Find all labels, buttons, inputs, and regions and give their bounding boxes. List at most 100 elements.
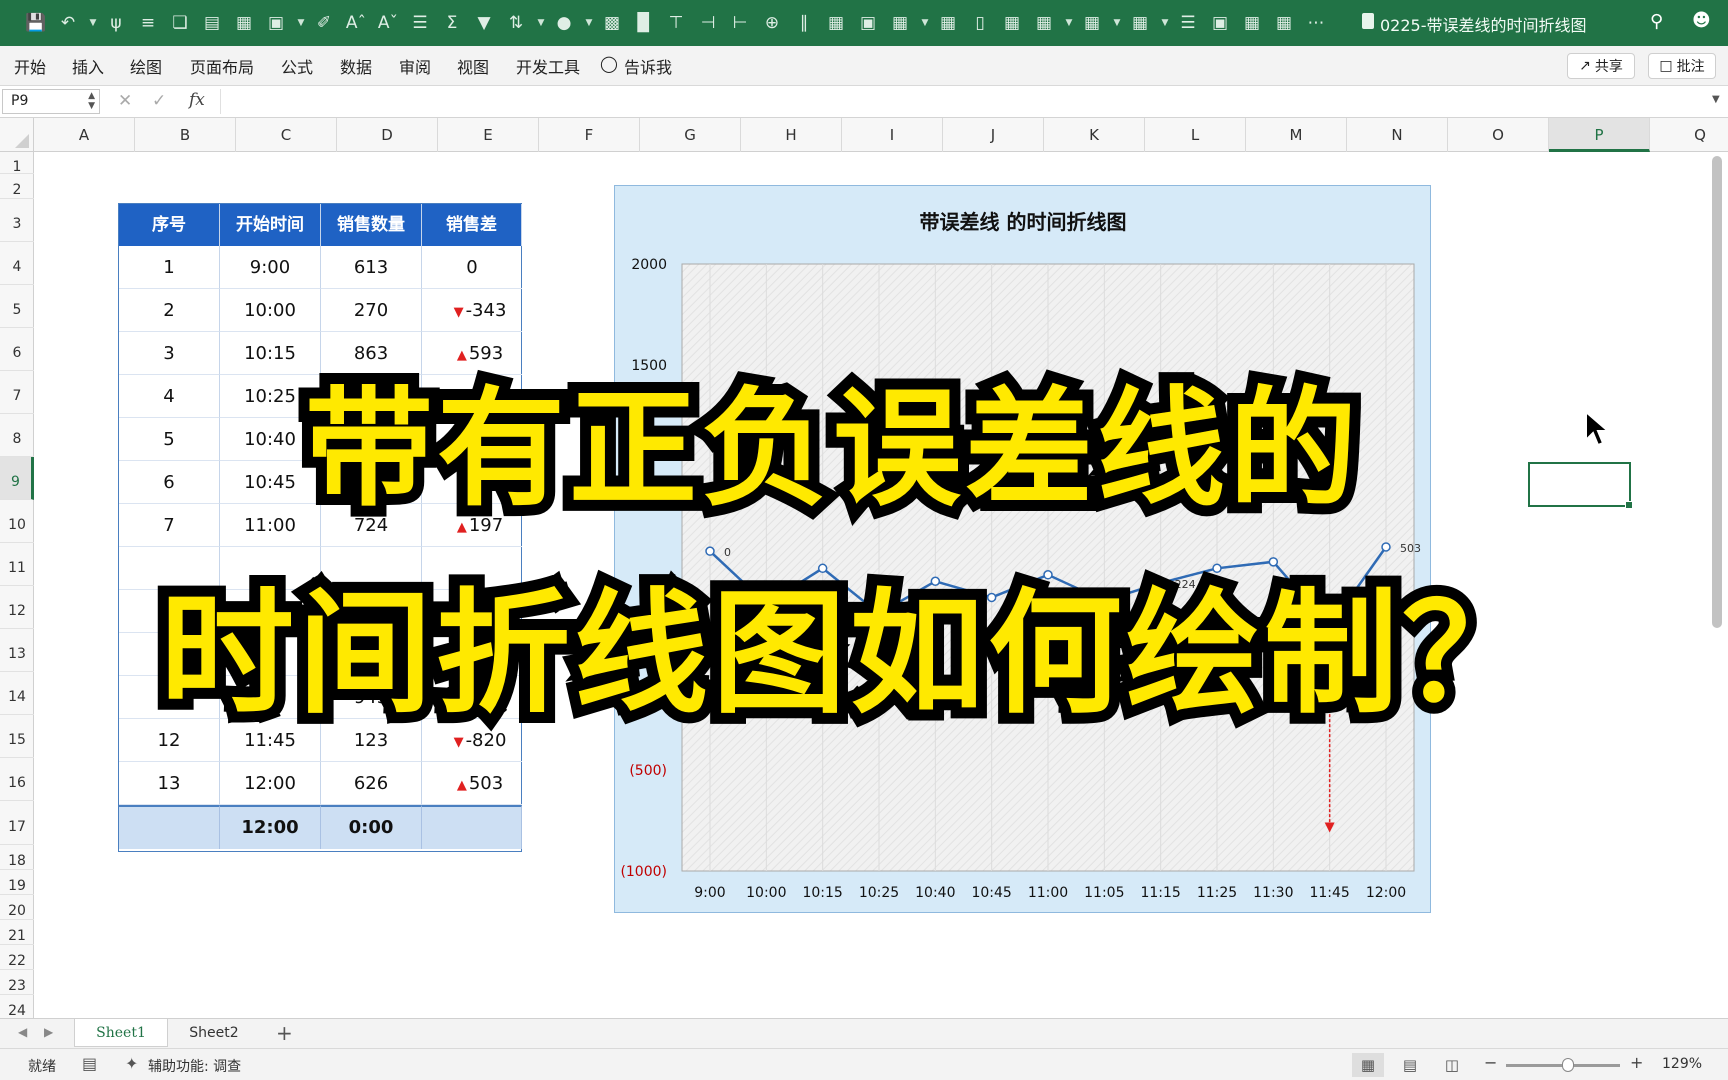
row-header[interactable]: 19 [0,870,34,895]
chevron-down-icon[interactable]: ▼ [296,11,306,35]
selected-cell[interactable] [1528,462,1633,509]
font-size-up-icon[interactable]: Aˆ [344,11,368,35]
tab-review[interactable]: 审阅 [399,54,431,78]
row-header[interactable]: 20 [0,895,34,920]
sort-icon[interactable]: ⇅ [504,11,528,35]
row-header[interactable]: 9 [0,457,34,500]
tab-page-layout[interactable]: 页面布局 [190,54,254,78]
row-header[interactable]: 4 [0,242,34,285]
page-break-view-button[interactable]: ◫ [1436,1053,1468,1077]
table-cell-diff[interactable]: ▲ 503 [422,762,522,805]
normal-view-button[interactable]: ▦ [1352,1053,1384,1077]
table-footer-cell[interactable]: 0:00 [321,805,422,849]
table-cell[interactable]: 5 [119,418,220,461]
column-header[interactable]: I [842,118,943,152]
matrix-icon[interactable]: ▦ [1080,11,1104,35]
row-header[interactable]: 13 [0,629,34,672]
chevron-down-icon[interactable]: ▼ [920,11,930,35]
table-cell[interactable]: 4 [119,375,220,418]
sheet-icon[interactable]: ▦ [1240,11,1264,35]
align-icon[interactable]: ☰ [408,11,432,35]
column-header[interactable]: L [1145,118,1246,152]
table-cell[interactable]: 2 [119,289,220,332]
chevron-down-icon[interactable]: ▼ [1064,11,1074,35]
doc-icon[interactable]: ▣ [856,11,880,35]
align-top-icon[interactable]: ⊤ [664,11,688,35]
comment-button[interactable]: □ 批注 [1648,53,1716,79]
tab-sheet2[interactable]: Sheet2 [176,1019,252,1047]
tab-view[interactable]: 视图 [457,54,489,78]
formula-input[interactable] [220,89,1700,114]
column-header[interactable]: O [1448,118,1549,152]
accessibility-icon[interactable]: ✦ [125,1054,138,1073]
table-cell[interactable]: 613 [321,246,422,289]
table-cell[interactable]: 10:00 [220,289,321,332]
row-header[interactable]: 7 [0,371,34,414]
row-header[interactable]: 6 [0,328,34,371]
column-header[interactable]: D [337,118,438,152]
table-icon[interactable]: ▦ [232,11,256,35]
sum-icon[interactable]: Σ [440,11,464,35]
insert-icon[interactable]: ▦ [936,11,960,35]
row-header[interactable]: 16 [0,758,34,801]
table-cell[interactable]: 12:00 [220,762,321,805]
column-header[interactable]: G [640,118,741,152]
document-title[interactable]: 0225-带误差线的时间折线图 [1380,12,1587,36]
tell-me-button[interactable]: 告诉我 [624,54,672,78]
format-painter-icon[interactable]: ψ [104,11,128,35]
calendar-icon[interactable]: ▦ [1272,11,1296,35]
table-cell[interactable]: 7 [119,504,220,547]
tab-sheet1[interactable]: Sheet1 [74,1019,168,1047]
table-cell-diff[interactable]: ▼ -343 [422,289,522,332]
add-sheet-button[interactable]: + [276,1021,293,1045]
column-icon[interactable]: ▯ [968,11,992,35]
check-icon[interactable]: ✓ [152,91,166,111]
distribute-icon[interactable]: ∥ [792,11,816,35]
chevron-down-icon[interactable]: ▼ [88,11,98,35]
fx-icon[interactable]: fx [189,90,205,110]
tab-insert[interactable]: 插入 [72,54,104,78]
select-all-button[interactable] [0,118,34,152]
pivot-icon[interactable]: ▦ [824,11,848,35]
shape-icon[interactable]: ● [552,11,576,35]
column-header[interactable]: A [34,118,135,152]
user-icon[interactable]: ☻ [1692,10,1711,31]
tab-developer[interactable]: 开发工具 [516,54,580,78]
table-header-cell[interactable]: 销售数量 [321,204,422,246]
chevron-down-icon[interactable]: ▼ [584,11,594,35]
row-header[interactable]: 3 [0,199,34,242]
column-header[interactable]: F [539,118,640,152]
table-cell[interactable]: 626 [321,762,422,805]
chart-icon[interactable]: ▩ [600,11,624,35]
table-cell[interactable]: 3 [119,332,220,375]
row-header[interactable]: 21 [0,920,34,945]
table-cell[interactable]: 9:00 [220,246,321,289]
row-header[interactable]: 2 [0,174,34,199]
fill-color-icon[interactable]: ▣ [264,11,288,35]
align-left-icon[interactable]: ⊢ [728,11,752,35]
row-header[interactable]: 5 [0,285,34,328]
row-header[interactable]: 1 [0,152,34,175]
column-header[interactable]: K [1044,118,1145,152]
share-button[interactable]: ↗ 共享 [1567,53,1635,79]
chevron-down-icon[interactable]: ▼ [536,11,546,35]
grid-icon[interactable]: ▦ [888,11,912,35]
stepper-icon[interactable]: ▲ ▼ [88,91,95,111]
table-cell[interactable]: 1 [119,246,220,289]
copy-icon[interactable]: ❏ [168,11,192,35]
column-header[interactable]: E [438,118,539,152]
column-header[interactable]: Q [1650,118,1728,152]
table-header-cell[interactable]: 序号 [119,204,220,246]
bar-chart-icon[interactable]: ▉ [632,11,656,35]
save-icon[interactable]: 💾 [24,11,48,35]
column-header[interactable]: P [1549,118,1650,152]
align-middle-icon[interactable]: ⊕ [760,11,784,35]
column-header[interactable]: J [943,118,1044,152]
table-header-cell[interactable]: 销售差 [422,204,522,246]
name-box[interactable]: P9 ▲ ▼ [2,89,100,114]
more-icon[interactable]: ⋯ [1304,11,1328,35]
list-icon[interactable]: ☰ [1176,11,1200,35]
row-header[interactable]: 11 [0,543,34,586]
tab-formulas[interactable]: 公式 [281,54,313,78]
page-layout-view-button[interactable]: ▤ [1394,1053,1426,1077]
